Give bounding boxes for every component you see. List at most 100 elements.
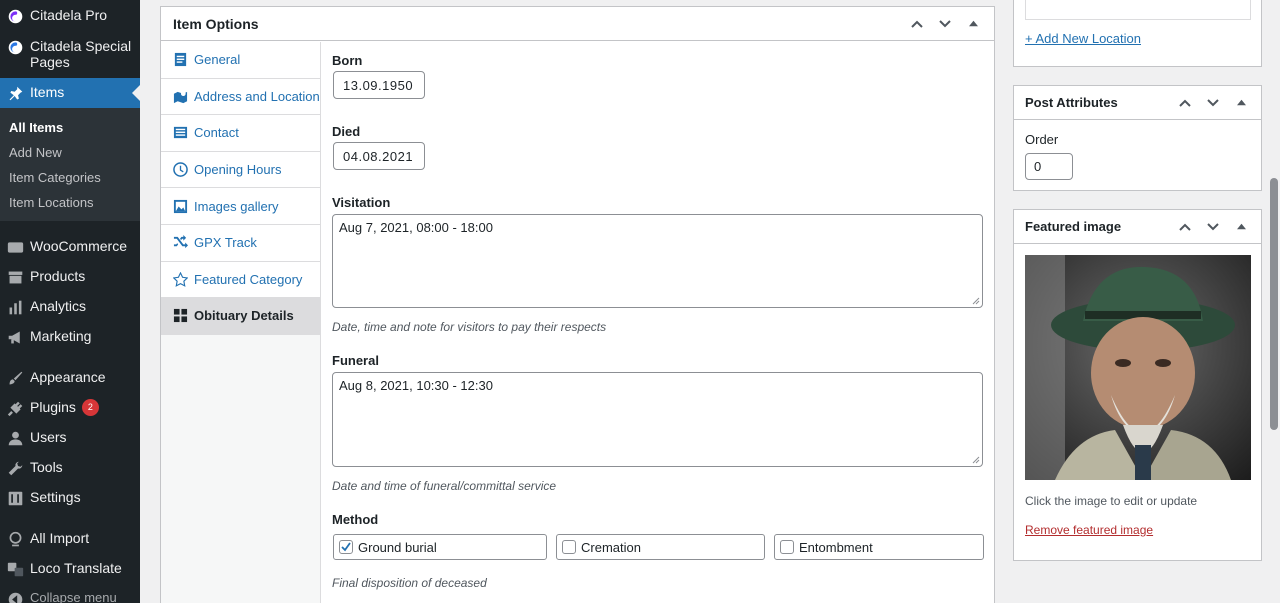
tab-contact[interactable]: Contact	[161, 115, 320, 152]
menu-appearance[interactable]: Appearance	[0, 363, 140, 393]
item-options-header: Item Options	[161, 7, 994, 41]
post-attributes-title: Post Attributes	[1025, 95, 1118, 110]
born-label: Born	[332, 53, 363, 68]
featured-image-header: Featured image	[1014, 210, 1261, 244]
born-input[interactable]: 13.09.1950	[333, 71, 425, 99]
method-label-text: Ground burial	[358, 539, 437, 555]
settings-icon	[6, 489, 24, 507]
submenu-all-items[interactable]: All Items	[0, 115, 140, 140]
resize-handle-icon[interactable]	[972, 456, 980, 464]
menu-citadela-pro[interactable]: Citadela Pro	[0, 1, 140, 31]
menu-citadela-special[interactable]: Citadela Special Pages	[0, 32, 140, 76]
item-options-tabs: General Address and Location Contact Ope…	[161, 42, 321, 603]
collapse-menu-button[interactable]: Collapse menu	[0, 584, 140, 603]
visitation-hint: Date, time and note for visitors to pay …	[332, 320, 607, 334]
tab-label: GPX Track	[194, 235, 257, 251]
checkbox-unchecked[interactable]	[780, 540, 794, 554]
visitation-label: Visitation	[332, 195, 391, 210]
tab-opening-hours[interactable]: Opening Hours	[161, 151, 320, 189]
funeral-value: Aug 8, 2021, 10:30 - 12:30	[339, 378, 493, 393]
tab-label: Contact	[194, 125, 239, 141]
menu-tools[interactable]: Tools	[0, 453, 140, 483]
megaphone-icon	[6, 328, 24, 346]
collapse-icon	[6, 590, 24, 603]
submenu-item-locations[interactable]: Item Locations	[0, 190, 140, 215]
menu-label: Collapse menu	[30, 590, 117, 603]
menu-label: All Import	[30, 530, 90, 546]
tab-general[interactable]: General	[161, 42, 320, 79]
menu-analytics[interactable]: Analytics	[0, 292, 140, 322]
document-icon	[172, 52, 188, 68]
menu-users[interactable]: Users	[0, 423, 140, 453]
list-icon	[172, 125, 188, 141]
method-label: Method	[332, 512, 379, 527]
star-icon	[172, 271, 188, 287]
tab-label: Obituary Details	[194, 308, 294, 324]
submenu-add-new[interactable]: Add New	[0, 140, 140, 165]
toggle-panel-icon[interactable]	[964, 15, 982, 33]
add-new-location-link[interactable]: + Add New Location	[1025, 31, 1141, 46]
featured-image-thumbnail[interactable]	[1025, 255, 1251, 480]
page-scrollbar[interactable]	[1270, 178, 1278, 430]
menu-marketing[interactable]: Marketing	[0, 322, 140, 352]
citadela-special-icon	[6, 38, 24, 56]
submenu-item-categories[interactable]: Item Categories	[0, 165, 140, 190]
order-input[interactable]: 0	[1025, 153, 1073, 180]
menu-label: Tools	[30, 459, 63, 475]
menu-woocommerce[interactable]: WooCommerce	[0, 232, 140, 262]
remove-featured-image-link[interactable]: Remove featured image	[1025, 523, 1153, 537]
method-entombment[interactable]: Entombment	[774, 534, 984, 560]
visitation-textarea[interactable]: Aug 7, 2021, 08:00 - 18:00	[332, 214, 983, 308]
menu-plugins[interactable]: Plugins 2	[0, 393, 140, 423]
move-up-icon[interactable]	[1176, 218, 1194, 236]
archive-icon	[6, 268, 24, 286]
toggle-panel-icon[interactable]	[1232, 94, 1250, 112]
menu-label: Citadela Special Pages	[30, 38, 132, 70]
post-attributes-header: Post Attributes	[1014, 86, 1261, 120]
shuffle-icon	[172, 235, 188, 251]
tab-gpx-track[interactable]: GPX Track	[161, 224, 320, 262]
toggle-panel-icon[interactable]	[1232, 218, 1250, 236]
resize-handle-icon[interactable]	[972, 297, 980, 305]
menu-label: Plugins	[30, 399, 76, 415]
method-hint: Final disposition of deceased	[332, 576, 487, 590]
translate-icon	[6, 560, 24, 578]
menu-all-import[interactable]: All Import	[0, 524, 140, 554]
checkbox-checked[interactable]	[339, 540, 353, 554]
tab-featured-category[interactable]: Featured Category	[161, 261, 320, 299]
update-count-badge: 2	[81, 399, 99, 416]
menu-label: Users	[30, 429, 67, 445]
bar-chart-icon	[6, 298, 24, 316]
import-icon	[6, 530, 24, 548]
clock-icon	[172, 162, 188, 178]
user-icon	[6, 429, 24, 447]
post-attributes-box: Post Attributes Order 0	[1013, 85, 1262, 191]
funeral-label: Funeral	[332, 353, 379, 368]
move-down-icon[interactable]	[1204, 94, 1222, 112]
move-up-icon[interactable]	[1176, 94, 1194, 112]
tab-label: General	[194, 52, 241, 68]
admin-sidebar: Citadela Pro Citadela Special Pages Item…	[0, 0, 140, 603]
method-ground-burial[interactable]: Ground burial	[333, 534, 547, 560]
menu-label: Loco Translate	[30, 560, 122, 576]
menu-products[interactable]: Products	[0, 262, 140, 292]
featured-image-box: Featured image Click the image to edit o…	[1013, 209, 1262, 561]
move-down-icon[interactable]	[936, 15, 954, 33]
died-input[interactable]: 04.08.2021	[333, 142, 425, 170]
menu-items[interactable]: Items	[0, 78, 140, 108]
tab-address-location[interactable]: Address and Location	[161, 78, 320, 116]
tab-images-gallery[interactable]: Images gallery	[161, 188, 320, 225]
tab-obituary-details[interactable]: Obituary Details	[161, 298, 320, 335]
menu-loco-translate[interactable]: Loco Translate	[0, 554, 140, 584]
move-down-icon[interactable]	[1204, 218, 1222, 236]
menu-settings[interactable]: Settings	[0, 483, 140, 513]
tab-label: Featured Category	[194, 271, 303, 287]
checkbox-unchecked[interactable]	[562, 540, 576, 554]
items-submenu: All Items Add New Item Categories Item L…	[0, 108, 140, 221]
order-label: Order	[1025, 132, 1059, 147]
grid-icon	[172, 308, 188, 324]
menu-label: Products	[30, 268, 86, 284]
funeral-textarea[interactable]: Aug 8, 2021, 10:30 - 12:30	[332, 372, 983, 467]
method-cremation[interactable]: Cremation	[556, 534, 765, 560]
move-up-icon[interactable]	[908, 15, 926, 33]
